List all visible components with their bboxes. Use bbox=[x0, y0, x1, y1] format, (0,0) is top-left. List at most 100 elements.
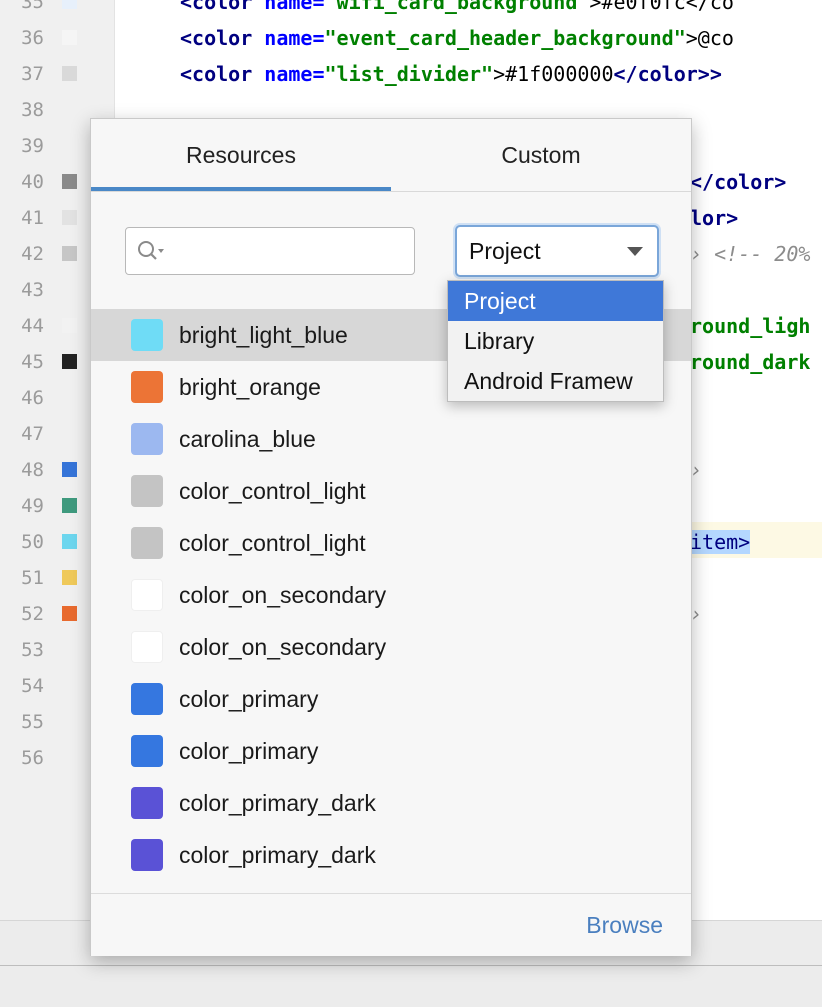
gutter-color-swatch[interactable] bbox=[62, 606, 77, 621]
xml-attr: name= bbox=[252, 26, 325, 50]
resource-list-item[interactable]: color_control_light bbox=[91, 465, 691, 517]
line-number: 35 bbox=[21, 0, 44, 13]
resource-list-item[interactable]: color_primary bbox=[91, 725, 691, 777]
xml-text: >#1f000000 bbox=[493, 62, 614, 86]
gutter-color-swatch[interactable] bbox=[62, 66, 77, 81]
color-swatch bbox=[131, 423, 163, 455]
color-swatch bbox=[131, 787, 163, 819]
line-number: 43 bbox=[21, 279, 44, 301]
gutter-color-swatch[interactable] bbox=[62, 0, 77, 9]
line-number: 37 bbox=[21, 63, 44, 85]
code-line-36[interactable]: <color name="event_card_header_backgroun… bbox=[180, 20, 734, 56]
line-number: 48 bbox=[21, 459, 44, 481]
line-number: 50 bbox=[21, 531, 44, 553]
line-number: 36 bbox=[21, 27, 44, 49]
line-number: 56 bbox=[21, 747, 44, 769]
search-icon bbox=[138, 241, 164, 260]
color-resource-picker: Resources Custom Project bright_light_bl… bbox=[90, 118, 692, 956]
scope-option[interactable]: Project bbox=[448, 281, 663, 321]
line-number: 55 bbox=[21, 711, 44, 733]
scope-option[interactable]: Library bbox=[448, 321, 663, 361]
line-number: 44 bbox=[21, 315, 44, 337]
color-swatch bbox=[131, 839, 163, 871]
xml-tag: <color bbox=[180, 0, 253, 14]
picker-footer: Browse bbox=[91, 893, 691, 956]
resource-name: carolina_blue bbox=[179, 426, 316, 452]
gutter-color-swatch[interactable] bbox=[62, 318, 77, 333]
code-fragment-45: round_dark bbox=[690, 350, 811, 374]
color-swatch bbox=[131, 683, 163, 715]
picker-tab-bar: Resources Custom bbox=[91, 119, 691, 192]
divider bbox=[0, 965, 822, 966]
scope-selected-value: Project bbox=[469, 238, 541, 264]
resource-list-item[interactable]: color_primary bbox=[91, 673, 691, 725]
gutter-color-swatch[interactable] bbox=[62, 210, 77, 225]
resource-list-item[interactable]: color_primary_dark bbox=[91, 777, 691, 829]
resource-name: color_primary_dark bbox=[179, 790, 376, 816]
gutter-color-swatch[interactable] bbox=[62, 246, 77, 261]
scope-dropdown[interactable]: Project bbox=[455, 225, 659, 277]
code-fragment-50: item> bbox=[690, 524, 751, 560]
gutter-color-swatch[interactable] bbox=[62, 570, 77, 585]
color-swatch bbox=[131, 319, 163, 351]
xml-comment: <!-- 20% bbox=[714, 242, 811, 266]
tab-custom[interactable]: Custom bbox=[391, 119, 691, 191]
color-swatch bbox=[131, 631, 163, 663]
line-number: 51 bbox=[21, 567, 44, 589]
color-swatch bbox=[131, 371, 163, 403]
xml-attr: name= bbox=[252, 62, 325, 86]
chevron-down-icon bbox=[627, 247, 643, 256]
code-fragment-40: </color> bbox=[690, 170, 787, 194]
line-number: 40 bbox=[21, 171, 44, 193]
color-swatch bbox=[131, 579, 163, 611]
resource-name: color_on_secondary bbox=[179, 634, 387, 660]
gutter-color-swatch[interactable] bbox=[62, 534, 77, 549]
resource-list-item[interactable]: color_on_secondary bbox=[91, 569, 691, 621]
xml-tag: <color bbox=[180, 62, 253, 86]
resource-list-item[interactable]: color_primary_dark bbox=[91, 829, 691, 881]
selected-tag-text: item> bbox=[690, 530, 751, 554]
gutter-color-swatch[interactable] bbox=[62, 498, 77, 513]
color-swatch bbox=[131, 527, 163, 559]
scope-option[interactable]: Android Framew bbox=[448, 361, 663, 401]
color-swatch bbox=[131, 475, 163, 507]
search-input[interactable] bbox=[125, 227, 415, 275]
resource-name: color_on_secondary bbox=[179, 582, 387, 608]
resource-name: color_primary_dark bbox=[179, 842, 376, 868]
gutter-color-swatch[interactable] bbox=[62, 354, 77, 369]
line-number: 41 bbox=[21, 207, 44, 229]
gutter-color-swatch[interactable] bbox=[62, 30, 77, 45]
code-fragment-41: lor> bbox=[690, 206, 739, 230]
tab-resources[interactable]: Resources bbox=[91, 119, 391, 191]
xml-value: "list_divider" bbox=[324, 62, 494, 86]
resource-name: color_control_light bbox=[179, 478, 366, 504]
resource-name: color_control_light bbox=[179, 530, 366, 556]
line-number: 38 bbox=[21, 99, 44, 121]
xml-text: >@co bbox=[685, 26, 734, 50]
xml-close-tag: </color>> bbox=[613, 62, 722, 86]
line-number: 42 bbox=[21, 243, 44, 265]
gutter-color-swatch[interactable] bbox=[62, 462, 77, 477]
xml-value: "wifi_card_background" bbox=[324, 0, 590, 14]
line-number: 54 bbox=[21, 675, 44, 697]
line-number: 46 bbox=[21, 387, 44, 409]
xml-attr: name= bbox=[252, 0, 325, 14]
xml-value: "event_card_header_background" bbox=[324, 26, 686, 50]
resource-name: color_primary bbox=[179, 738, 319, 764]
browse-link[interactable]: Browse bbox=[586, 894, 663, 956]
resource-list-item[interactable]: color_on_secondary bbox=[91, 621, 691, 673]
resource-name: bright_light_blue bbox=[179, 322, 348, 348]
code-line-35[interactable]: <color name="wifi_card_background">#e0f0… bbox=[180, 0, 734, 20]
resource-list-item[interactable]: color_control_light bbox=[91, 517, 691, 569]
active-tab-indicator bbox=[91, 187, 391, 191]
line-number: 49 bbox=[21, 495, 44, 517]
xml-tag: <color bbox=[180, 26, 253, 50]
line-number: 52 bbox=[21, 603, 44, 625]
line-number: 47 bbox=[21, 423, 44, 445]
code-fragment-44: round_ligh bbox=[690, 314, 811, 338]
line-number: 53 bbox=[21, 639, 44, 661]
gutter-color-swatch[interactable] bbox=[62, 174, 77, 189]
line-number: 45 bbox=[21, 351, 44, 373]
resource-list-item[interactable]: carolina_blue bbox=[91, 413, 691, 465]
code-line-37[interactable]: <color name="list_divider">#1f000000</co… bbox=[180, 56, 722, 92]
